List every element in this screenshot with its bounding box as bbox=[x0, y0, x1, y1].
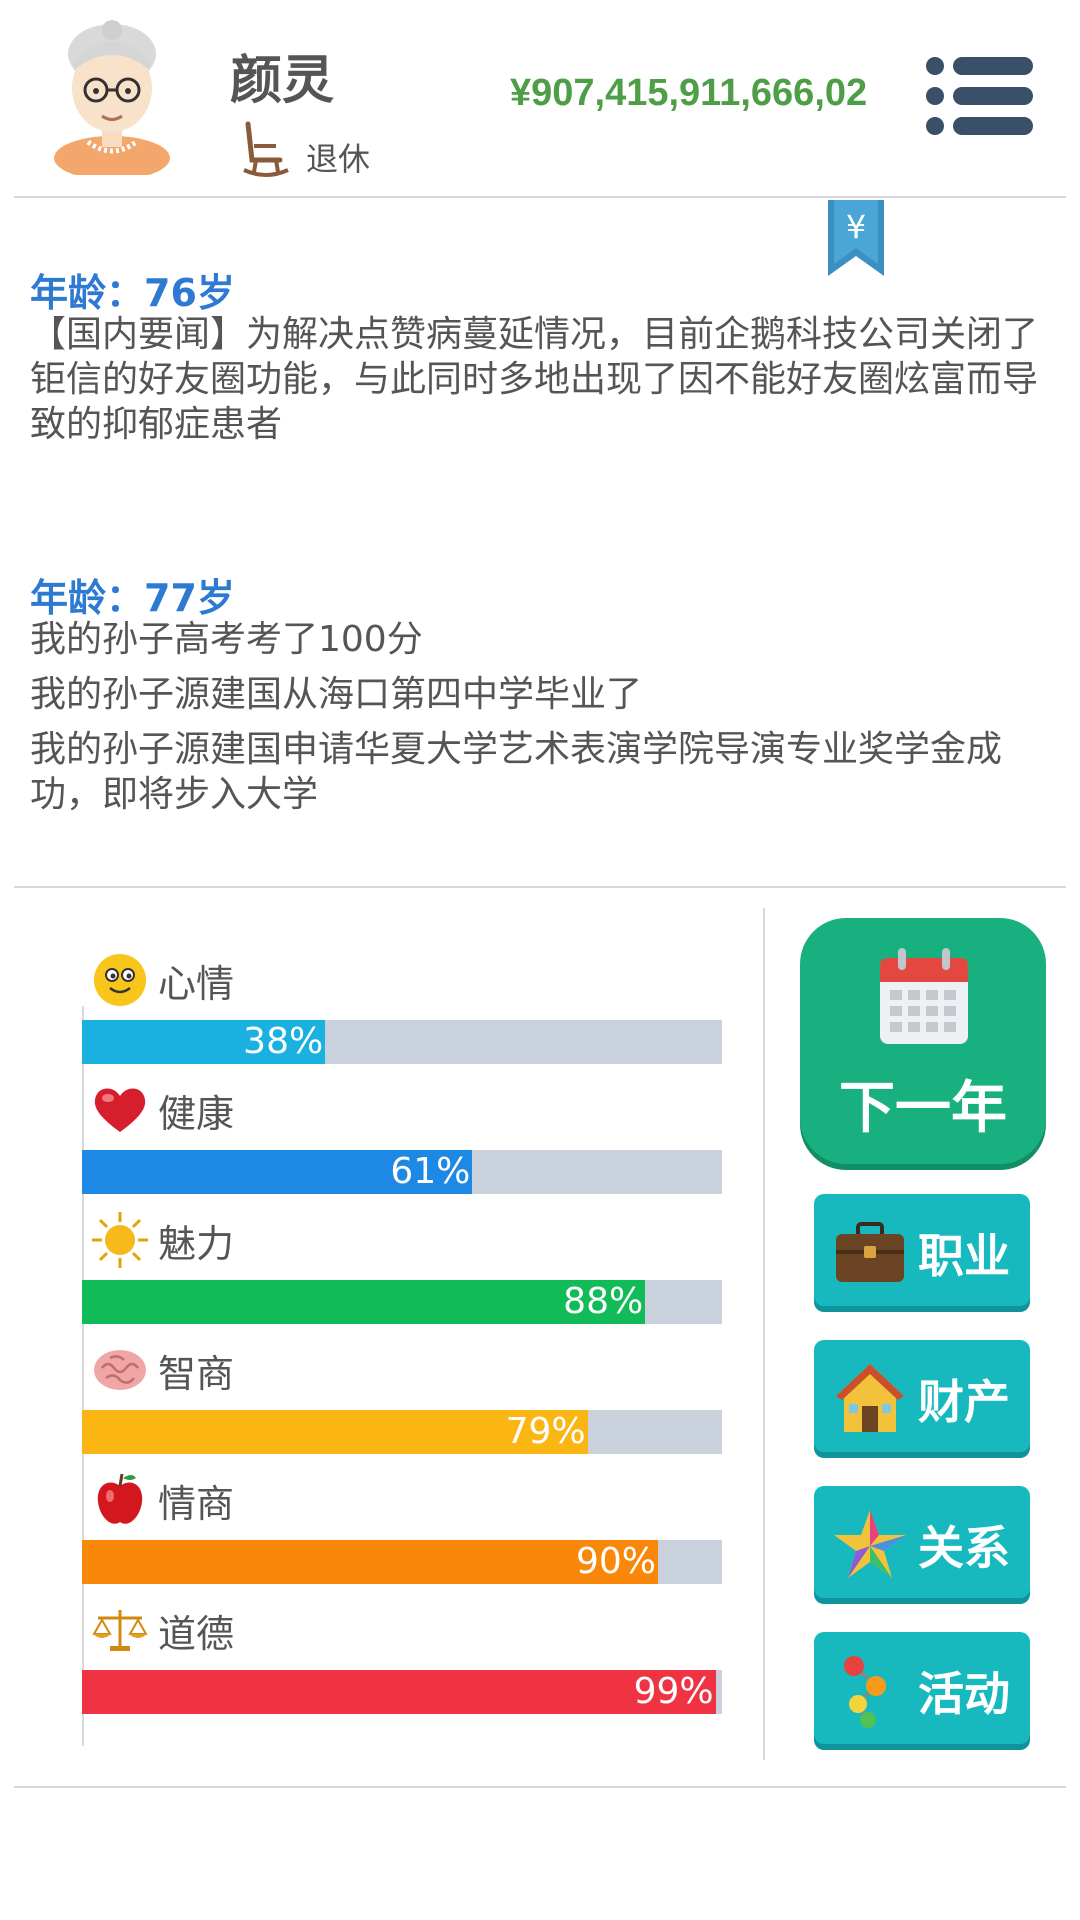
log-entry: 年龄：76岁 【国内要闻】为解决点赞病蔓延情况，目前企鹅科技公司关闭了钜信的好友… bbox=[30, 262, 1040, 447]
stat-bar-track: 88% bbox=[82, 1280, 722, 1324]
stat-bar-fill: 79% bbox=[82, 1410, 588, 1454]
entry-age: 年龄：76岁 bbox=[30, 271, 235, 315]
stat-label: 健康 bbox=[158, 1091, 235, 1136]
character-name: 颜灵 bbox=[230, 51, 335, 111]
heart-icon bbox=[94, 1088, 146, 1132]
career-label: 职业 bbox=[918, 1229, 1010, 1283]
stat-bar-track: 90% bbox=[82, 1540, 722, 1584]
svg-text:¥: ¥ bbox=[846, 208, 866, 246]
stats-divider bbox=[763, 908, 765, 1760]
activities-button[interactable]: 活动 bbox=[814, 1632, 1030, 1744]
scales-icon bbox=[92, 1610, 148, 1651]
stat-morality: 道德 99% bbox=[82, 1600, 722, 1730]
stat-mood: 心情 38% bbox=[82, 950, 722, 1080]
entry-text: 我的孙子源建国从海口第四中学毕业了 bbox=[30, 674, 643, 715]
calendar-icon bbox=[880, 948, 968, 1044]
star-icon bbox=[834, 1510, 906, 1578]
stat-charm: 魅力 88% bbox=[82, 1210, 722, 1340]
smiley-face-icon bbox=[94, 954, 146, 1006]
relations-label: 关系 bbox=[918, 1521, 1010, 1575]
stat-iq: 智商 79% bbox=[82, 1340, 722, 1470]
relations-button[interactable]: 关系 bbox=[814, 1486, 1030, 1598]
house-icon bbox=[836, 1364, 904, 1432]
stat-bar-fill: 99% bbox=[82, 1670, 716, 1714]
money-balance: ¥907,415,911,666,02 bbox=[510, 72, 868, 114]
stat-percent: 99% bbox=[633, 1671, 714, 1712]
stat-bar-fill: 88% bbox=[82, 1280, 646, 1324]
stat-percent: 79% bbox=[505, 1411, 586, 1452]
activities-label: 活动 bbox=[918, 1667, 1010, 1721]
stat-health: 健康 61% bbox=[82, 1080, 722, 1210]
log-divider bbox=[14, 886, 1066, 888]
stat-bar-fill: 90% bbox=[82, 1540, 658, 1584]
stat-bar-track: 99% bbox=[82, 1670, 722, 1714]
career-button[interactable]: 职业 bbox=[814, 1194, 1030, 1306]
entry-text: 【国内要闻】为解决点赞病蔓延情况，目前企鹅科技公司关闭了钜信的好友圈功能，与此同… bbox=[30, 314, 1039, 445]
next-year-label: 下一年 bbox=[839, 1076, 1007, 1141]
sun-icon bbox=[92, 1212, 148, 1268]
entry-text: 我的孙子源建国申请华夏大学艺术表演学院导演专业奖学金成功，即将步入大学 bbox=[30, 729, 1003, 815]
stat-label: 心情 bbox=[158, 961, 235, 1006]
briefcase-icon bbox=[836, 1222, 904, 1282]
life-event-log: 年龄：76岁 【国内要闻】为解决点赞病蔓延情况，目前企鹅科技公司关闭了钜信的好友… bbox=[30, 262, 1040, 815]
stat-bar-fill: 61% bbox=[82, 1150, 473, 1194]
stat-label: 道德 bbox=[158, 1611, 235, 1656]
apple-icon bbox=[97, 1473, 143, 1524]
profile-header: 颜灵 退休 ¥907,415,911,666,02 bbox=[0, 0, 1080, 198]
stat-bar-track: 38% bbox=[82, 1020, 722, 1064]
menu-icon[interactable] bbox=[925, 55, 1033, 137]
entry-text: 我的孙子高考考了100分 bbox=[30, 619, 423, 660]
bottom-divider bbox=[14, 1786, 1066, 1788]
stat-percent: 90% bbox=[575, 1541, 656, 1582]
stat-bar-track: 79% bbox=[82, 1410, 722, 1454]
attribute-stats: 心情 38% 健康 61% 魅力 88% 智商 79% 情商 90% 道德 99… bbox=[82, 950, 722, 1730]
elderly-woman-avatar bbox=[54, 20, 170, 175]
entry-age: 年龄：77岁 bbox=[30, 576, 235, 620]
stat-bar-fill: 38% bbox=[82, 1020, 326, 1064]
rocking-chair-icon bbox=[243, 121, 289, 177]
stat-label: 情商 bbox=[158, 1481, 235, 1526]
brain-icon bbox=[94, 1350, 146, 1390]
stat-eq: 情商 90% bbox=[82, 1470, 722, 1600]
stat-bar-track: 61% bbox=[82, 1150, 722, 1194]
stat-percent: 38% bbox=[243, 1021, 324, 1062]
header-divider bbox=[14, 196, 1066, 198]
job-status: 退休 bbox=[242, 120, 370, 180]
stat-percent: 61% bbox=[390, 1151, 471, 1192]
stat-label: 魅力 bbox=[158, 1221, 235, 1266]
stat-label: 智商 bbox=[158, 1351, 235, 1396]
next-year-button[interactable]: 下一年 bbox=[800, 918, 1046, 1164]
property-button[interactable]: 财产 bbox=[814, 1340, 1030, 1452]
stat-percent: 88% bbox=[563, 1281, 644, 1322]
activity-dots-icon bbox=[844, 1656, 886, 1728]
job-status-label: 退休 bbox=[306, 140, 371, 178]
log-entry: 年龄：77岁 我的孙子高考考了100分 我的孙子源建国从海口第四中学毕业了 我的… bbox=[30, 567, 1040, 827]
property-label: 财产 bbox=[918, 1375, 1010, 1429]
